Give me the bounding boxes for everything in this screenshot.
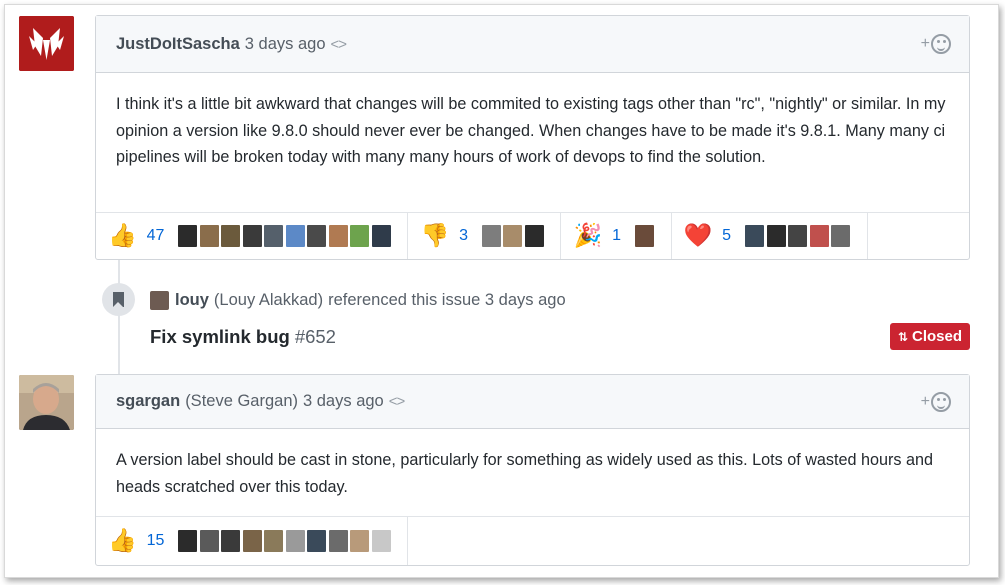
user-avatar[interactable]	[178, 225, 198, 247]
user-avatar[interactable]	[788, 225, 808, 247]
user-avatar[interactable]	[635, 225, 655, 247]
comment-author[interactable]: sgargan	[116, 392, 180, 411]
code-icon: <>	[388, 393, 406, 410]
thumbs-up-icon: 👍	[108, 222, 137, 249]
reaction-user-avatars	[481, 225, 547, 247]
avatar-louy[interactable]	[150, 291, 169, 310]
user-avatar[interactable]	[371, 530, 391, 552]
user-avatar[interactable]	[285, 530, 305, 552]
smiley-icon	[931, 34, 951, 54]
reaction-user-avatars	[178, 530, 393, 552]
party-popper-icon: 🎉	[573, 222, 603, 249]
user-avatar[interactable]	[221, 225, 241, 247]
thumbs-down-icon: 👎	[420, 222, 450, 249]
comment-timestamp[interactable]: 3 days ago	[245, 35, 326, 54]
user-avatar[interactable]	[307, 225, 327, 247]
user-avatar[interactable]	[285, 225, 305, 247]
event-author[interactable]: louy	[175, 291, 209, 310]
user-avatar[interactable]	[766, 225, 786, 247]
user-avatar[interactable]	[371, 225, 391, 247]
user-avatar[interactable]	[242, 530, 262, 552]
user-avatar[interactable]	[178, 530, 198, 552]
reaction-count: 15	[146, 532, 165, 549]
reaction-user-avatars	[178, 225, 393, 247]
state-badge-closed: ⇅ Closed	[890, 323, 970, 350]
user-avatar[interactable]	[745, 225, 765, 247]
user-avatar[interactable]	[264, 225, 284, 247]
event-action: referenced this issue 3 days ago	[328, 291, 566, 309]
reaction-thumbs-up[interactable]: 👍 15	[96, 517, 409, 565]
reaction-count: 5	[722, 227, 732, 244]
timeline-badge	[102, 283, 135, 316]
event-author-fullname: (Louy Alakkad)	[213, 291, 324, 309]
timeline-event: louy (Louy Alakkad) referenced this issu…	[150, 291, 566, 310]
user-avatar[interactable]	[831, 225, 851, 247]
comment: JustDoItSascha 3 days ago <> + I think i…	[95, 15, 970, 260]
user-avatar[interactable]	[350, 225, 370, 247]
wolf-logo-icon	[19, 16, 74, 71]
reaction-thumbs-down[interactable]: 👎 3	[408, 213, 562, 259]
referenced-pr-title[interactable]: Fix symlink bug	[150, 326, 290, 347]
timeline-line	[118, 260, 120, 374]
referenced-pr-link[interactable]: Fix symlink bug #652	[150, 326, 336, 348]
reaction-hooray[interactable]: 🎉 1	[561, 213, 672, 259]
referenced-pr-number[interactable]: #652	[295, 326, 336, 347]
reactions-bar: 👍 47 👎 3 🎉 1 ❤️ 5	[96, 212, 969, 259]
user-avatar[interactable]	[503, 225, 523, 247]
user-avatar[interactable]	[307, 530, 327, 552]
smiley-icon	[931, 391, 951, 412]
user-avatar[interactable]	[199, 225, 219, 247]
reaction-count: 3	[459, 227, 468, 244]
add-reaction-button[interactable]: +	[920, 391, 951, 412]
user-photo-icon	[19, 375, 74, 430]
state-label: Closed	[912, 328, 963, 345]
git-pull-request-icon: ⇅	[897, 329, 909, 344]
user-avatar[interactable]	[524, 225, 544, 247]
user-avatar[interactable]	[199, 530, 219, 552]
reaction-user-avatars	[635, 225, 657, 247]
user-avatar[interactable]	[328, 225, 348, 247]
comment-body: A version label should be cast in stone,…	[116, 451, 934, 496]
plus-icon: +	[920, 35, 930, 52]
comment-timestamp[interactable]: 3 days ago	[303, 392, 384, 411]
code-icon: <>	[330, 35, 348, 53]
comment-header: JustDoItSascha 3 days ago <> +	[96, 16, 969, 73]
user-avatar[interactable]	[264, 530, 284, 552]
reaction-count: 1	[612, 227, 622, 244]
comment-author-fullname: (Steve Gargan)	[185, 392, 298, 410]
user-avatar[interactable]	[350, 530, 370, 552]
comment-body: I think it's a little bit awkward that c…	[116, 95, 946, 166]
reactions-bar: 👍 15	[96, 516, 969, 565]
add-reaction-button[interactable]: +	[921, 34, 951, 54]
reaction-count: 47	[146, 227, 165, 244]
reaction-thumbs-up[interactable]: 👍 47	[96, 213, 409, 259]
avatar-justdoitsascha[interactable]	[19, 16, 74, 71]
plus-icon: +	[920, 392, 930, 410]
comment-author[interactable]: JustDoItSascha	[116, 35, 240, 54]
heart-icon: ❤️	[683, 222, 713, 249]
reaction-heart[interactable]: ❤️ 5	[672, 213, 868, 259]
user-avatar[interactable]	[481, 225, 501, 247]
avatar-sgargan[interactable]	[19, 375, 74, 430]
comment-header: sgargan (Steve Gargan) 3 days ago <> +	[96, 375, 969, 429]
bookmark-icon	[113, 292, 124, 307]
comment: sgargan (Steve Gargan) 3 days ago <> + A…	[95, 374, 970, 566]
user-avatar[interactable]	[809, 225, 829, 247]
user-avatar[interactable]	[242, 225, 262, 247]
thumbs-up-icon: 👍	[108, 527, 137, 554]
reaction-user-avatars	[745, 225, 853, 247]
user-avatar[interactable]	[221, 530, 241, 552]
user-avatar[interactable]	[328, 530, 348, 552]
